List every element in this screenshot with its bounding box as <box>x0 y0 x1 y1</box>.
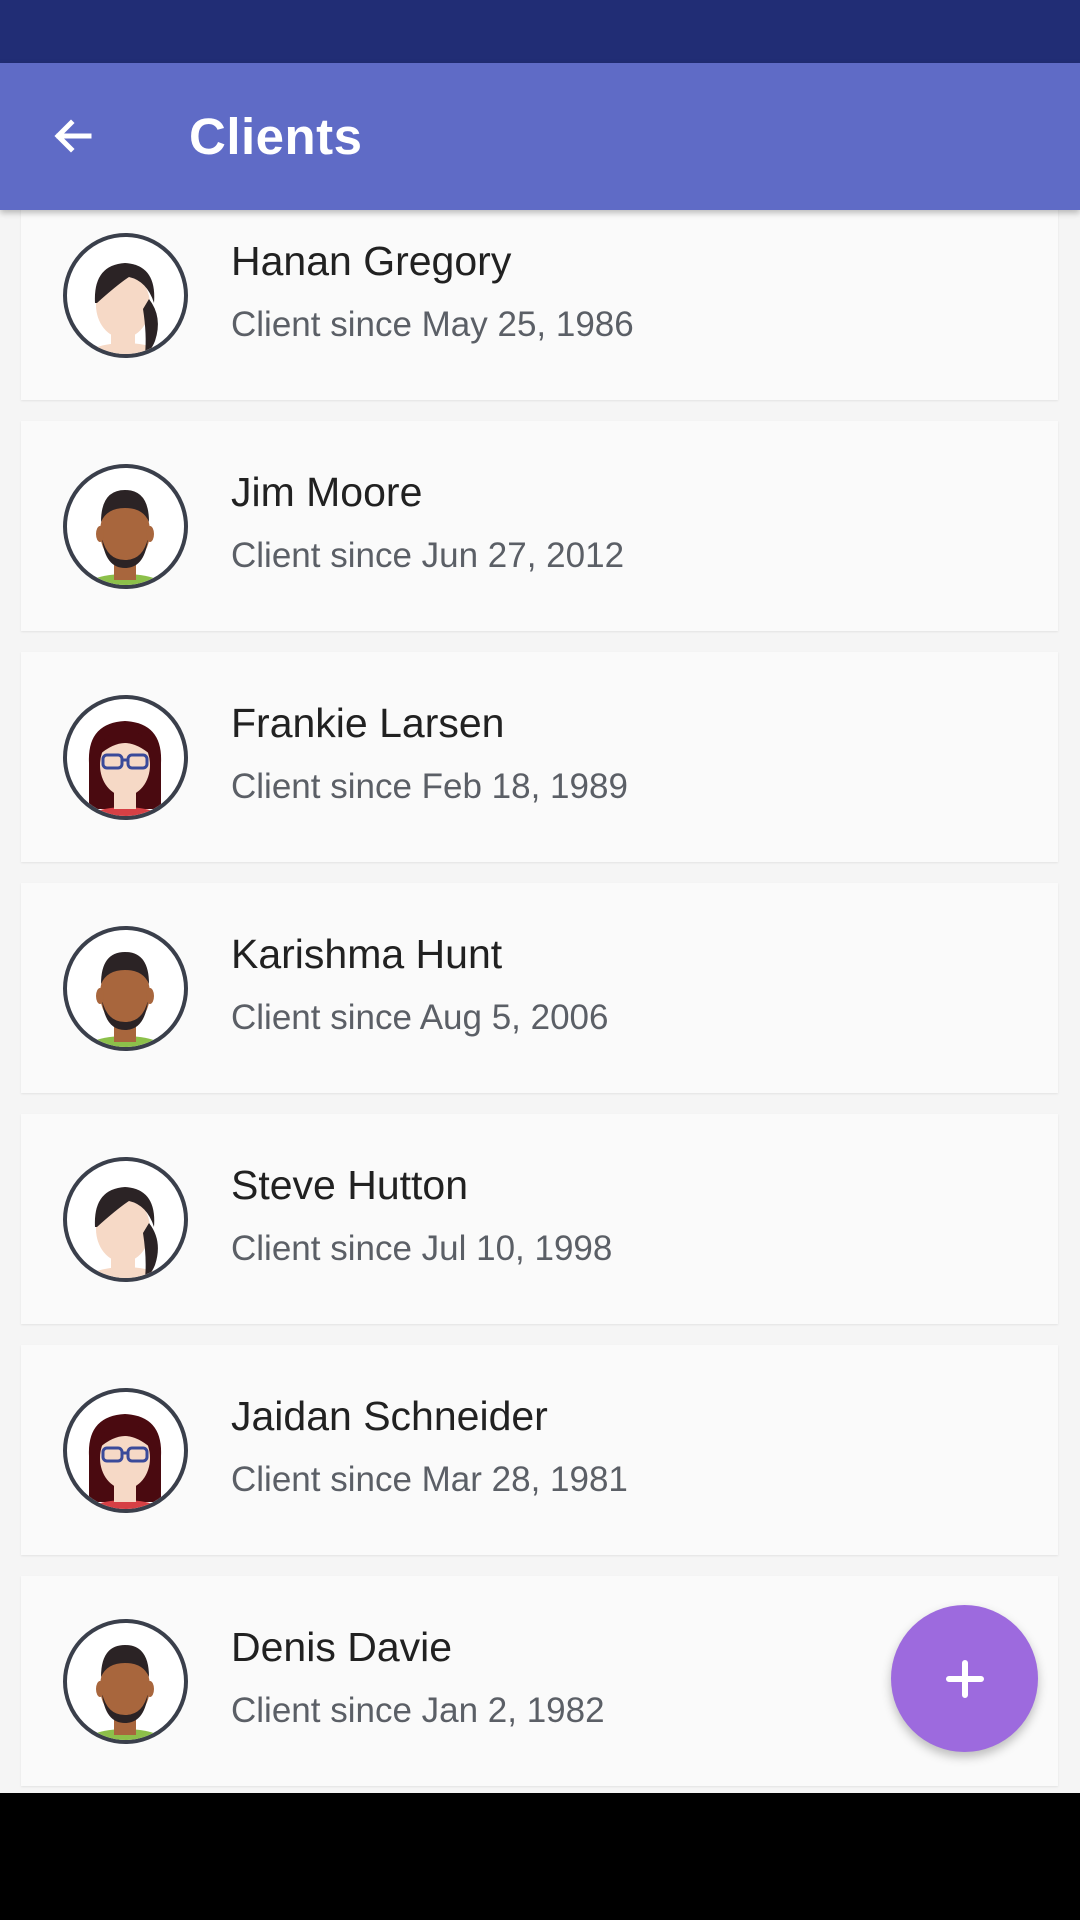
client-list-viewport[interactable]: Hanan Gregory Client since May 25, 1986 … <box>0 210 1080 1793</box>
client-name: Hanan Gregory <box>231 238 512 284</box>
status-bar <box>0 0 1080 63</box>
client-card[interactable]: Frankie Larsen Client since Feb 18, 1989 <box>21 652 1058 862</box>
client-since: Client since Mar 28, 1981 <box>231 1460 628 1499</box>
page-title: Clients <box>189 108 363 165</box>
app-bar: Clients <box>0 63 1080 210</box>
client-since: Client since Jul 10, 1998 <box>231 1229 613 1268</box>
client-name: Steve Hutton <box>231 1162 469 1208</box>
client-name: Jaidan Schneider <box>231 1393 548 1439</box>
client-name: Denis Davie <box>231 1624 453 1670</box>
plus-icon <box>945 1659 984 1698</box>
client-since: Client since Jun 27, 2012 <box>231 536 625 575</box>
client-since: Client since May 25, 1986 <box>231 305 634 344</box>
woman-glasses-avatar <box>63 1388 188 1513</box>
man-beard-avatar <box>63 464 188 589</box>
add-client-button[interactable] <box>891 1605 1038 1752</box>
client-name: Karishma Hunt <box>231 931 503 977</box>
client-since: Client since Jan 2, 1982 <box>231 1691 605 1730</box>
arrow-back-icon <box>54 119 92 153</box>
back-button[interactable] <box>28 91 118 181</box>
man-beard-avatar <box>63 1619 188 1744</box>
client-card[interactable]: Steve Hutton Client since Jul 10, 1998 <box>21 1114 1058 1324</box>
woman-braid-avatar <box>63 233 188 358</box>
client-card[interactable]: Jim Moore Client since Jun 27, 2012 <box>21 421 1058 631</box>
client-since: Client since Feb 18, 1989 <box>231 767 628 806</box>
man-beard-avatar <box>63 926 188 1051</box>
client-card[interactable]: Hanan Gregory Client since May 25, 1986 <box>21 210 1058 400</box>
client-name: Frankie Larsen <box>231 700 505 746</box>
client-card[interactable]: Jaidan Schneider Client since Mar 28, 19… <box>21 1345 1058 1555</box>
woman-glasses-avatar <box>63 695 188 820</box>
client-name: Jim Moore <box>231 469 423 515</box>
woman-braid-avatar <box>63 1157 188 1282</box>
client-card[interactable]: Karishma Hunt Client since Aug 5, 2006 <box>21 883 1058 1093</box>
client-since: Client since Aug 5, 2006 <box>231 998 609 1037</box>
navigation-bar <box>0 1793 1080 1920</box>
